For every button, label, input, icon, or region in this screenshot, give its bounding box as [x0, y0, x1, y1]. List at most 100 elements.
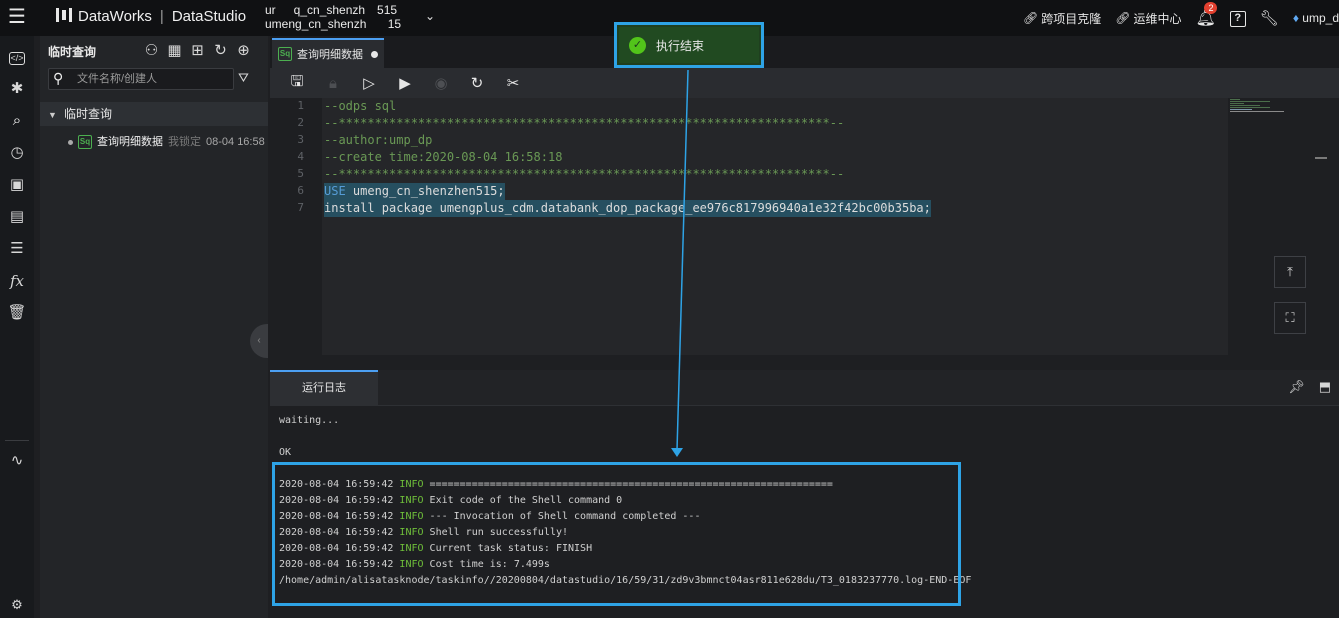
code-line: --create time:2020-08-04 16:58:18	[324, 150, 563, 164]
workspace-line-2: umeng_cn_shenzh 15	[265, 17, 402, 31]
refresh-icon[interactable]: ↻	[212, 41, 229, 59]
file-name: 查询明细数据	[97, 136, 163, 148]
line-number: 3	[297, 133, 304, 146]
form-icon[interactable]: ▦	[166, 41, 183, 59]
tab-label: 查询明细数据	[297, 49, 363, 61]
line-number: 4	[297, 150, 304, 163]
search-field: ⚲	[48, 68, 234, 90]
format-icon[interactable]: ✂	[495, 74, 531, 92]
code-line-selected: install package umengplus_cdm.databank_d…	[324, 200, 931, 217]
stop-icon[interactable]: ◉	[423, 74, 459, 92]
tree-file-item[interactable]: Sq 查询明细数据 我锁定 08-04 16:58	[68, 134, 265, 150]
highlight-box-log	[272, 462, 961, 606]
toast-text: 执行结束	[656, 38, 705, 53]
search-input[interactable]	[77, 71, 227, 87]
temp-query-sidebar: 临时查询 ⚇ ▦ ⊞ ↻ ⊕ ⚲ ⛛ ▼临时查询 Sq 查询明细数据 我锁定 0…	[40, 36, 268, 618]
editor-toolbar: 🖫︎ 🔒︎ ▷ ▶ ◉ ↻ ✂	[270, 68, 1339, 98]
list-icon[interactable]: ☰	[6, 238, 28, 260]
brand-name: DataWorks	[78, 8, 152, 25]
code-line: --author:ump_dp	[324, 133, 433, 147]
pin-icon[interactable]: 📌︎	[1288, 379, 1305, 395]
lock-status: 我锁定	[168, 136, 201, 148]
code-icon[interactable]: </>	[6, 46, 28, 68]
log-tools: 📌︎ ⬒	[1288, 379, 1331, 395]
log-tab-bar: 运行日志 📌︎ ⬒	[270, 370, 1339, 406]
line-number: 6	[297, 184, 304, 197]
notification-badge: 2	[1204, 2, 1218, 14]
code-line: --**************************************…	[324, 167, 845, 181]
top-right-actions: 🔗︎ 跨项目克隆 🔗︎ 运维中心 🔔︎ 2 ? 🔧︎ ♦ ump_d	[1023, 0, 1339, 36]
user-menu[interactable]: ♦ ump_d	[1293, 11, 1339, 25]
log-ok: OK	[279, 447, 292, 458]
puzzle-icon[interactable]: ✱	[6, 78, 28, 100]
settings-icon[interactable]: ⚙	[6, 594, 28, 616]
tree-folder-temp-query[interactable]: ▼ 临时查询	[40, 102, 268, 126]
reload-icon[interactable]: ↻	[459, 74, 495, 92]
code-editor[interactable]: 1 2 3 4 5 6 7 --odps sql --*************…	[270, 98, 1339, 355]
notification-bell-icon[interactable]: 🔔︎ 2	[1195, 2, 1218, 28]
locate-icon[interactable]: ⊕	[235, 41, 252, 59]
table-icon[interactable]: ▤	[6, 206, 28, 228]
tab-run-log[interactable]: 运行日志	[270, 370, 378, 406]
chevron-down-icon[interactable]: ⌄	[425, 9, 435, 23]
pulse-icon[interactable]: ∿	[6, 450, 28, 472]
workspace-selector[interactable]: ur q_cn_shenzh 515 umeng_cn_shenzh 15	[265, 3, 401, 31]
sql-keyword: USE	[324, 184, 346, 198]
toast-content: ✓ 执行结束	[619, 27, 759, 63]
left-nav: </> ✱ ⌕ ◷ ▣ ▤ ☰ fx 🗑︎ ∿ ⚙	[0, 36, 34, 618]
line-number: 5	[297, 167, 304, 180]
line-number: 1	[297, 99, 304, 112]
maximize-icon[interactable]: ⬒	[1319, 379, 1331, 395]
brand: DataWorks | DataStudio	[56, 0, 246, 36]
search-icon: ⚲	[53, 70, 64, 86]
status-dot-icon	[68, 139, 73, 145]
line-gutter: 1 2 3 4 5 6 7	[270, 98, 322, 355]
person-icon[interactable]: ⚇	[143, 41, 160, 59]
link-icon: 🔗︎	[1115, 11, 1131, 25]
toast-execution-finished: ✓ 执行结束	[614, 22, 764, 68]
new-file-icon[interactable]: ⊞	[189, 41, 206, 59]
dataworks-logo-icon	[56, 8, 72, 22]
sql-file-icon: Sq	[78, 135, 92, 149]
diamond-icon: ♦	[1292, 11, 1299, 25]
product-name: DataStudio	[171, 8, 247, 25]
briefcase-icon[interactable]: ▣	[6, 174, 28, 196]
code-line-selected: USE umeng_cn_shenzhen515;	[324, 183, 505, 200]
filter-icon[interactable]: ⛛	[238, 70, 249, 86]
check-circle-icon: ✓	[629, 36, 646, 54]
menu-icon[interactable]: ☰	[6, 6, 28, 28]
scrollbar-marker[interactable]	[1315, 157, 1327, 159]
file-time: 08-04 16:58	[206, 136, 265, 148]
sidebar-title: 临时查询	[48, 45, 97, 59]
function-icon[interactable]: fx	[6, 270, 28, 292]
line-number: 2	[297, 116, 304, 129]
lock-icon[interactable]: 🔒︎	[315, 75, 351, 92]
run-icon[interactable]: ▷	[351, 74, 387, 92]
log-waiting: waiting...	[279, 415, 340, 426]
code-line: --**************************************…	[324, 116, 845, 130]
workspace-line-1: ur q_cn_shenzh 515	[265, 3, 398, 17]
ops-center-link[interactable]: 🔗︎ 运维中心	[1115, 10, 1181, 27]
sql-text: umeng_cn_shenzhen515;	[345, 184, 505, 198]
fullscreen-icon[interactable]: ⛶	[1274, 302, 1306, 334]
tab-query-detail[interactable]: Sq 查询明细数据	[272, 38, 384, 68]
cross-project-clone-link[interactable]: 🔗︎ 跨项目克隆	[1023, 10, 1101, 27]
help-icon[interactable]: ?	[1229, 10, 1246, 27]
unsaved-dot-icon	[371, 50, 378, 58]
scroll-to-top-icon[interactable]: ⤒	[1274, 256, 1306, 288]
code-text-area[interactable]: --odps sql --***************************…	[322, 98, 1228, 355]
save-icon[interactable]: 🖫︎	[279, 71, 315, 96]
sql-file-icon: Sq	[278, 47, 292, 61]
line-number: 7	[297, 201, 304, 214]
sidebar-toolbar: ⚇ ▦ ⊞ ↻ ⊕	[143, 41, 252, 59]
run-with-params-icon[interactable]: ▶	[387, 74, 423, 92]
clock-icon[interactable]: ◷	[6, 142, 28, 164]
editor-tab-bar: Sq 查询明细数据	[270, 36, 1339, 68]
tree-folder-label: 临时查询	[64, 107, 113, 121]
chevron-down-icon[interactable]: ▼	[48, 103, 64, 127]
code-line: --odps sql	[324, 99, 397, 113]
link-icon: 🔗︎	[1022, 11, 1039, 25]
wrench-icon[interactable]: 🔧︎	[1260, 9, 1279, 27]
search-icon[interactable]: ⌕	[6, 110, 28, 132]
trash-icon[interactable]: 🗑︎	[6, 302, 28, 324]
